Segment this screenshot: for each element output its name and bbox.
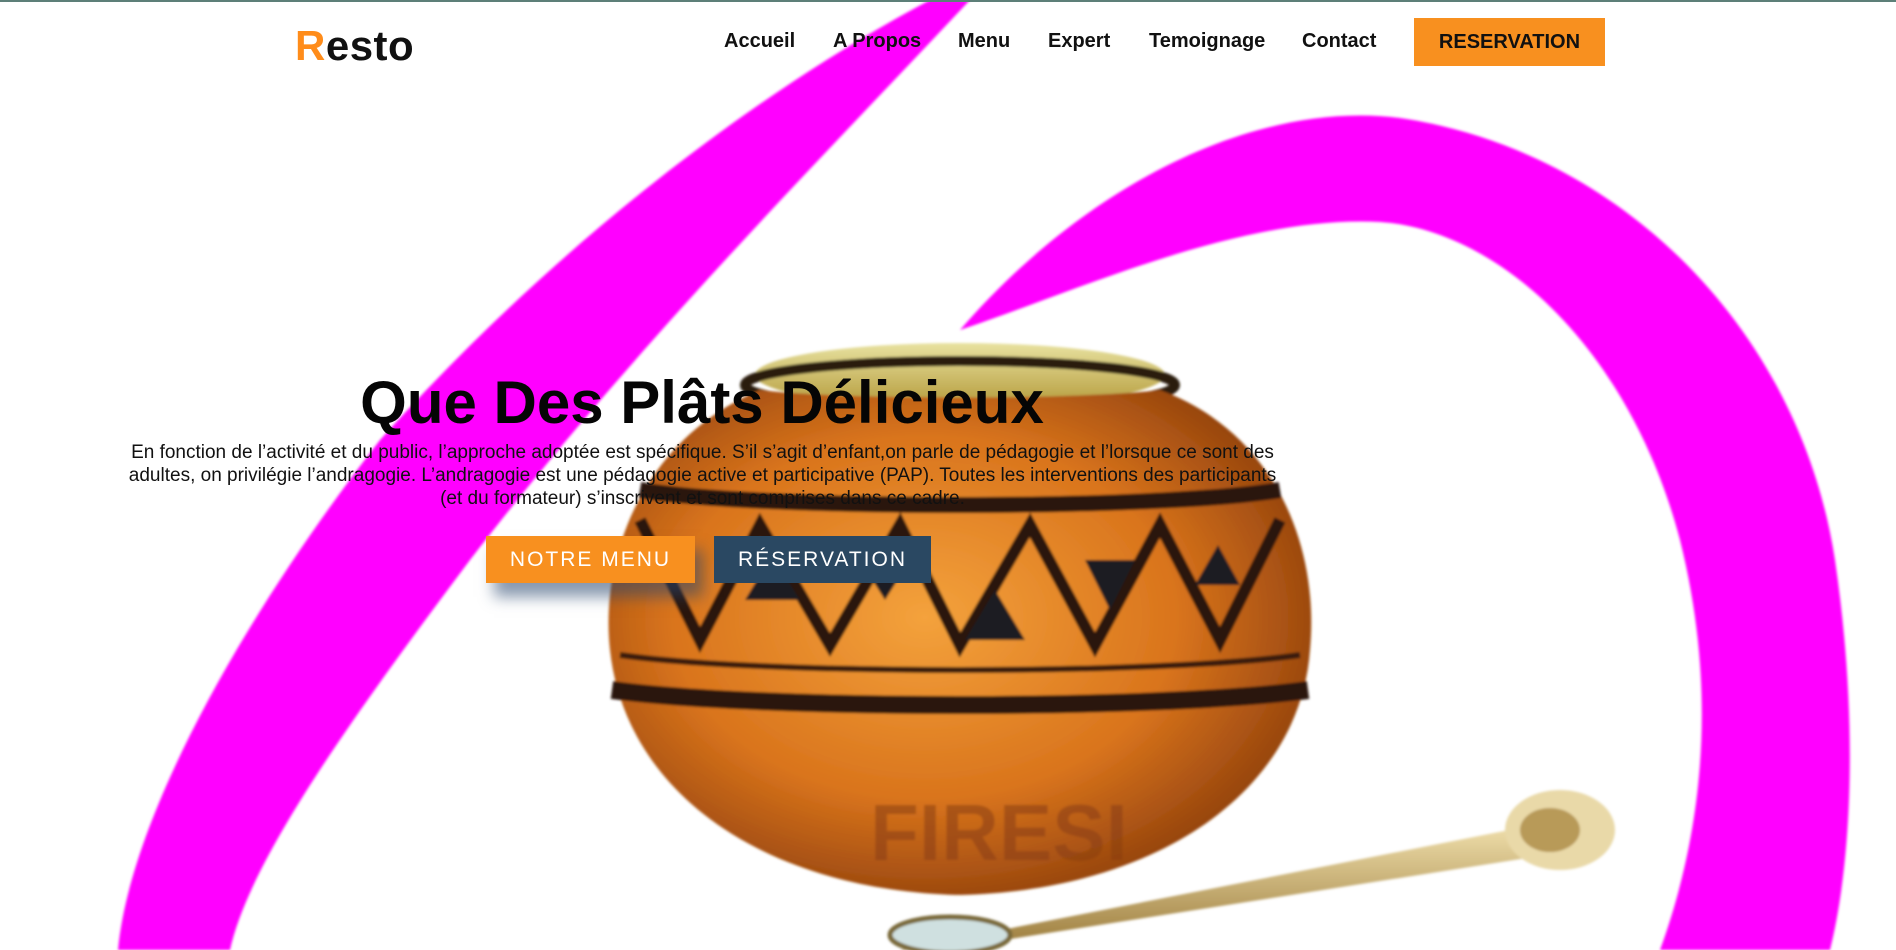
main-navigation: Accueil A Propos Menu Expert Temoignage … bbox=[0, 0, 1896, 90]
notre-menu-button[interactable]: NOTRE MENU bbox=[486, 536, 695, 583]
hero-description: En fonction de l’activité et du public, … bbox=[128, 442, 1277, 509]
nav-link-contact[interactable]: Contact bbox=[1302, 30, 1376, 53]
hero-title: Que Des Plâts Délicieux bbox=[360, 369, 1044, 436]
nav-link-expert[interactable]: Expert bbox=[1048, 30, 1110, 53]
svg-text:FIRESI: FIRESI bbox=[870, 788, 1128, 877]
hero-reservation-button[interactable]: RÉSERVATION bbox=[714, 536, 931, 583]
page: FIRESI Resto Accueil A Propos Menu Exper… bbox=[0, 0, 1896, 950]
nav-reservation-button[interactable]: RESERVATION bbox=[1414, 18, 1605, 66]
nav-link-a-propos[interactable]: A Propos bbox=[833, 30, 921, 53]
nav-link-menu[interactable]: Menu bbox=[958, 30, 1010, 53]
nav-link-temoignage[interactable]: Temoignage bbox=[1149, 30, 1265, 53]
nav-link-accueil[interactable]: Accueil bbox=[724, 30, 795, 53]
